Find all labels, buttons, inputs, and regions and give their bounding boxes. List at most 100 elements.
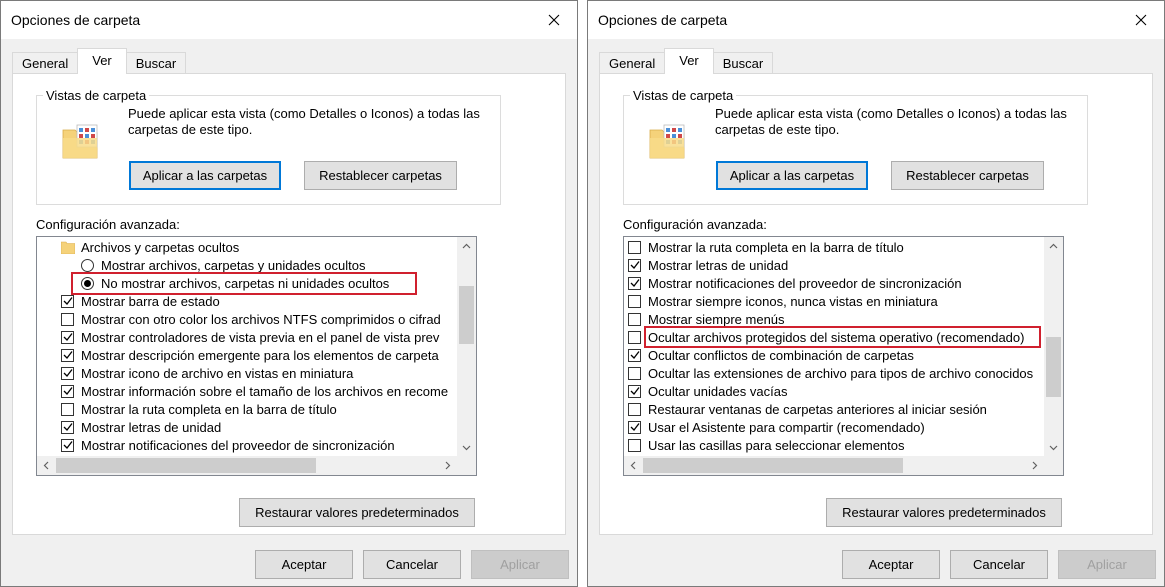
checkbox[interactable] bbox=[628, 348, 641, 362]
list-item[interactable]: Mostrar letras de unidad bbox=[628, 256, 788, 274]
reset-folders-button[interactable]: Restablecer carpetas bbox=[304, 161, 457, 190]
horizontal-scrollbar[interactable] bbox=[624, 456, 1044, 475]
list-item-label: Archivos y carpetas ocultos bbox=[81, 239, 240, 255]
chevron-left-icon bbox=[630, 461, 636, 470]
vertical-scrollbar[interactable] bbox=[457, 237, 476, 457]
checkbox[interactable] bbox=[61, 348, 74, 362]
checkbox[interactable] bbox=[628, 402, 641, 416]
horizontal-scroll-thumb[interactable] bbox=[643, 458, 903, 473]
apply-button[interactable]: Aplicar bbox=[471, 550, 569, 579]
close-button[interactable] bbox=[1118, 1, 1164, 39]
checkbox[interactable] bbox=[61, 438, 74, 452]
folder-views-legend: Vistas de carpeta bbox=[43, 88, 150, 103]
tab-view[interactable]: Ver bbox=[77, 48, 127, 74]
view-tab-panel: Vistas de carpeta Puede aplicar esta vis… bbox=[599, 73, 1153, 535]
tab-view[interactable]: Ver bbox=[664, 48, 714, 74]
list-item[interactable]: Mostrar con otro color los archivos NTFS… bbox=[61, 310, 441, 328]
accept-button[interactable]: Aceptar bbox=[842, 550, 940, 579]
list-item[interactable]: Mostrar notificaciones del proveedor de … bbox=[61, 436, 395, 454]
apply-button[interactable]: Aplicar bbox=[1058, 550, 1156, 579]
list-item[interactable]: Mostrar icono de archivo en vistas en mi… bbox=[61, 364, 353, 382]
checkbox[interactable] bbox=[628, 330, 641, 344]
scroll-up-arrow[interactable] bbox=[458, 238, 475, 255]
checkmark-icon bbox=[63, 423, 73, 431]
list-item[interactable]: Restaurar ventanas de carpetas anteriore… bbox=[628, 400, 987, 418]
checkbox[interactable] bbox=[61, 312, 74, 326]
list-item[interactable]: Mostrar letras de unidad bbox=[61, 418, 221, 436]
list-item-label: Mostrar notificaciones del proveedor de … bbox=[81, 437, 395, 453]
list-item[interactable]: Mostrar la ruta completa en la barra de … bbox=[61, 400, 337, 418]
checkmark-icon bbox=[63, 387, 73, 395]
horizontal-scroll-thumb[interactable] bbox=[56, 458, 316, 473]
list-item[interactable]: Mostrar la ruta completa en la barra de … bbox=[628, 238, 904, 256]
checkbox[interactable] bbox=[628, 294, 641, 308]
tab-general[interactable]: General bbox=[599, 52, 666, 74]
restore-defaults-button[interactable]: Restaurar valores predeterminados bbox=[239, 498, 475, 527]
list-item[interactable]: Mostrar descripción emergente para los e… bbox=[61, 346, 439, 364]
scroll-right-arrow[interactable] bbox=[439, 457, 456, 474]
list-item[interactable]: Ocultar unidades vacías bbox=[628, 382, 787, 400]
radio-button[interactable] bbox=[81, 276, 94, 290]
scroll-down-arrow[interactable] bbox=[1045, 439, 1062, 456]
checkbox[interactable] bbox=[61, 384, 74, 398]
checkbox[interactable] bbox=[61, 366, 74, 380]
horizontal-scrollbar[interactable] bbox=[37, 456, 457, 475]
list-item[interactable]: Ocultar las extensiones de archivo para … bbox=[628, 364, 1033, 382]
checkbox[interactable] bbox=[61, 420, 74, 434]
vertical-scroll-thumb[interactable] bbox=[459, 286, 474, 344]
list-item[interactable]: Ocultar conflictos de combinación de car… bbox=[628, 346, 914, 364]
tab-search[interactable]: Buscar bbox=[712, 52, 774, 74]
cancel-button[interactable]: Cancelar bbox=[363, 550, 461, 579]
checkbox[interactable] bbox=[628, 366, 641, 380]
list-item-label: Ocultar conflictos de combinación de car… bbox=[648, 347, 914, 363]
checkbox[interactable] bbox=[61, 330, 74, 344]
list-item[interactable]: Mostrar archivos, carpetas y unidades oc… bbox=[81, 256, 365, 274]
tab-search[interactable]: Buscar bbox=[125, 52, 187, 74]
scrollbar-corner bbox=[1044, 456, 1063, 475]
checkbox[interactable] bbox=[628, 240, 641, 254]
list-item[interactable]: Mostrar siempre menús bbox=[628, 310, 785, 328]
list-item[interactable]: Usar el Asistente para compartir (recome… bbox=[628, 418, 925, 436]
checkbox[interactable] bbox=[628, 384, 641, 398]
close-button[interactable] bbox=[531, 1, 577, 39]
checkbox[interactable] bbox=[61, 402, 74, 416]
scroll-left-arrow[interactable] bbox=[38, 457, 55, 474]
checkmark-icon bbox=[63, 351, 73, 359]
list-item-label: Ocultar las extensiones de archivo para … bbox=[648, 365, 1034, 381]
checkbox[interactable] bbox=[628, 276, 641, 290]
scroll-down-arrow[interactable] bbox=[458, 439, 475, 456]
accept-button[interactable]: Aceptar bbox=[255, 550, 353, 579]
scroll-right-arrow[interactable] bbox=[1026, 457, 1043, 474]
checkbox[interactable] bbox=[61, 294, 74, 308]
radio-button[interactable] bbox=[81, 258, 94, 272]
list-item[interactable]: Mostrar información sobre el tamaño de l… bbox=[61, 382, 448, 400]
list-item[interactable]: Mostrar controladores de vista previa en… bbox=[61, 328, 439, 346]
list-item[interactable]: Mostrar siempre iconos, nunca vistas en … bbox=[628, 292, 938, 310]
list-item-label: Mostrar descripción emergente para los e… bbox=[81, 347, 439, 363]
checkbox[interactable] bbox=[628, 258, 641, 272]
checkmark-icon bbox=[630, 279, 640, 287]
scroll-up-arrow[interactable] bbox=[1045, 238, 1062, 255]
advanced-settings-list[interactable]: Archivos y carpetas ocultos Mostrar arch… bbox=[36, 236, 477, 476]
checkbox[interactable] bbox=[628, 312, 641, 326]
apply-to-folders-button[interactable]: Aplicar a las carpetas bbox=[716, 161, 868, 190]
checkmark-icon bbox=[630, 423, 640, 431]
scroll-left-arrow[interactable] bbox=[625, 457, 642, 474]
checkmark-icon bbox=[630, 261, 640, 269]
checkbox[interactable] bbox=[628, 420, 641, 434]
vertical-scroll-thumb[interactable] bbox=[1046, 337, 1061, 397]
checkbox[interactable] bbox=[628, 438, 641, 452]
restore-defaults-button[interactable]: Restaurar valores predeterminados bbox=[826, 498, 1062, 527]
list-item[interactable]: Mostrar barra de estado bbox=[61, 292, 220, 310]
cancel-button[interactable]: Cancelar bbox=[950, 550, 1048, 579]
reset-folders-button[interactable]: Restablecer carpetas bbox=[891, 161, 1044, 190]
list-item[interactable]: Mostrar notificaciones del proveedor de … bbox=[628, 274, 962, 292]
list-item[interactable]: No mostrar archivos, carpetas ni unidade… bbox=[81, 274, 389, 292]
tab-general[interactable]: General bbox=[12, 52, 79, 74]
list-item[interactable]: Ocultar archivos protegidos del sistema … bbox=[628, 328, 1024, 346]
vertical-scrollbar[interactable] bbox=[1044, 237, 1063, 457]
list-item[interactable]: Usar las casillas para seleccionar eleme… bbox=[628, 436, 905, 454]
apply-to-folders-button[interactable]: Aplicar a las carpetas bbox=[129, 161, 281, 190]
advanced-settings-list[interactable]: Mostrar la ruta completa en la barra de … bbox=[623, 236, 1064, 476]
chevron-down-icon bbox=[462, 445, 471, 451]
